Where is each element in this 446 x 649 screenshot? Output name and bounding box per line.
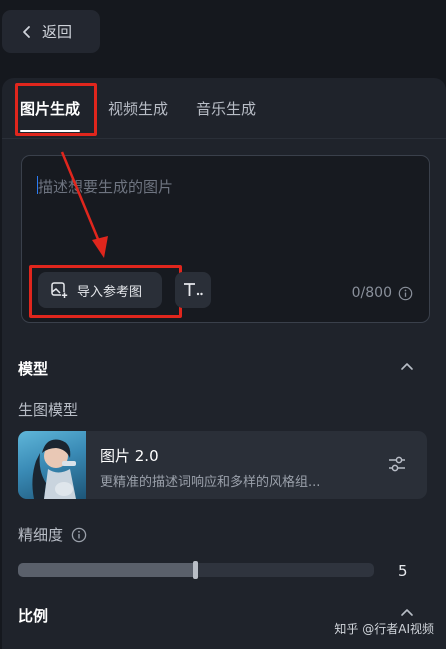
model-card[interactable]: 图片 2.0 更精准的描述词响应和多样的风格组... — [18, 431, 427, 499]
chevron-up-icon[interactable] — [400, 606, 414, 620]
model-description: 更精准的描述词响应和多样的风格组... — [100, 475, 321, 490]
tab-divider — [2, 138, 446, 139]
ratio-section-title: 比例 — [18, 607, 49, 625]
chevron-up-icon[interactable] — [400, 360, 414, 374]
image-model-label: 生图模型 — [18, 401, 79, 419]
slider-handle[interactable] — [193, 561, 198, 579]
info-icon[interactable] — [398, 286, 413, 301]
import-reference-image-button[interactable]: 导入参考图 — [38, 272, 162, 308]
tab-bar: 图片生成 视频生成 音乐生成 — [20, 78, 256, 138]
model-section-title: 模型 — [18, 360, 49, 378]
image-add-icon — [51, 282, 68, 299]
prompt-input[interactable]: 描述想要生成的图片 导入参考图 0/800 — [21, 155, 430, 323]
settings-sliders-icon[interactable] — [387, 454, 407, 474]
import-reference-label: 导入参考图 — [77, 284, 143, 300]
info-icon[interactable] — [71, 527, 87, 543]
model-thumbnail — [18, 431, 86, 499]
back-label: 返回 — [42, 23, 73, 41]
chevron-left-icon — [23, 25, 30, 38]
model-thumbnail-art — [32, 439, 76, 499]
model-name: 图片 2.0 — [100, 447, 159, 465]
tab-video-generation[interactable]: 视频生成 — [108, 78, 168, 138]
text-format-icon — [184, 283, 203, 296]
detail-row: 精细度 — [18, 524, 87, 545]
character-counter: 0/800 — [352, 285, 413, 301]
detail-label: 精细度 — [18, 526, 64, 544]
detail-slider[interactable] — [18, 561, 374, 579]
tab-image-generation[interactable]: 图片生成 — [20, 78, 81, 138]
counter-text: 0/800 — [351, 285, 392, 301]
back-button[interactable]: 返回 — [2, 10, 100, 53]
text-format-button[interactable] — [175, 272, 211, 308]
watermark: 知乎 @行者AI视频 — [334, 622, 434, 636]
prompt-placeholder: 描述想要生成的图片 — [38, 178, 174, 196]
slider-fill — [18, 563, 196, 577]
tab-music-generation[interactable]: 音乐生成 — [196, 78, 256, 138]
detail-value: 5 — [398, 562, 408, 580]
